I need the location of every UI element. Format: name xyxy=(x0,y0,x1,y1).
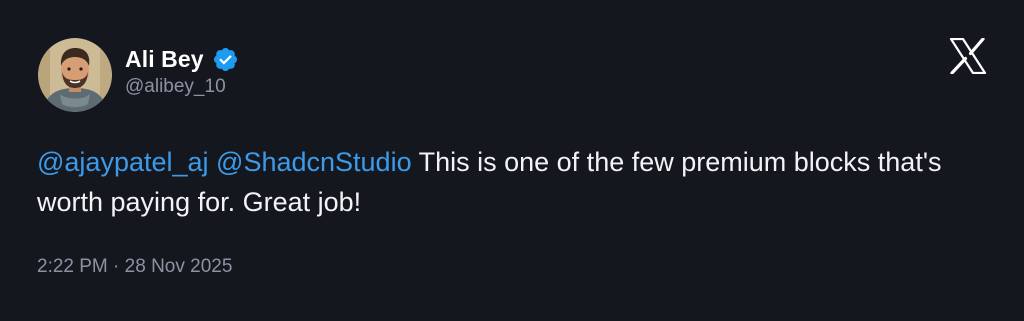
tweet-timestamp[interactable]: 2:22 PM · 28 Nov 2025 xyxy=(37,256,232,278)
tweet-card: Ali Bey @alibey_10 @ajaypatel_aj @Shadcn… xyxy=(0,0,1024,321)
meta-separator: · xyxy=(113,256,120,277)
avatar-illustration xyxy=(38,38,112,112)
author-handle[interactable]: @alibey_10 xyxy=(125,76,239,98)
author-info: Ali Bey @alibey_10 xyxy=(125,44,239,98)
author-display-name[interactable]: Ali Bey xyxy=(125,46,204,73)
x-logo-icon[interactable] xyxy=(949,37,987,75)
verified-badge-icon xyxy=(212,46,239,73)
tweet-time: 2:22 PM xyxy=(37,256,108,277)
mention-link[interactable]: @ShadcnStudio xyxy=(216,147,412,177)
avatar[interactable] xyxy=(38,38,112,112)
tweet-date: 28 Nov 2025 xyxy=(124,256,233,277)
author-name-row: Ali Bey xyxy=(125,44,239,74)
tweet-text: @ajaypatel_aj @ShadcnStudio This is one … xyxy=(37,142,977,222)
mention-link[interactable]: @ajaypatel_aj xyxy=(37,147,209,177)
